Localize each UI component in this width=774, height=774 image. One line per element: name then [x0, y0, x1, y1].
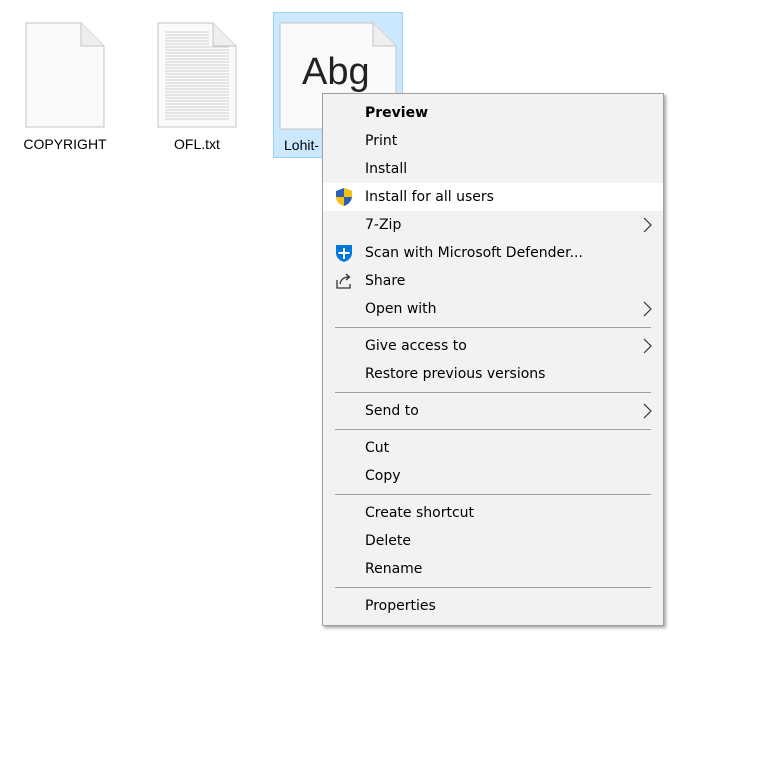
- menu-item-label: Print: [365, 133, 398, 149]
- menu-item-properties[interactable]: Properties: [323, 592, 663, 620]
- menu-item-label: Create shortcut: [365, 505, 475, 521]
- menu-item-label: Share: [365, 273, 406, 289]
- menu-separator: [335, 429, 651, 430]
- menu-item-install[interactable]: Install: [323, 155, 663, 183]
- menu-item-label: Install: [365, 161, 408, 177]
- chevron-right-icon: [643, 338, 652, 354]
- menu-item-label: Properties: [365, 598, 436, 614]
- file-item-copyright[interactable]: COPYRIGHT: [0, 12, 130, 158]
- menu-item-create-shortcut[interactable]: Create shortcut: [323, 499, 663, 527]
- menu-separator: [335, 494, 651, 495]
- menu-item-label: Open with: [365, 301, 437, 317]
- menu-item-install-for-all-users[interactable]: Install for all users: [323, 183, 663, 211]
- menu-item-share[interactable]: Share: [323, 267, 663, 295]
- file-item-ofl-txt[interactable]: OFL.txt: [132, 12, 262, 158]
- menu-item-label: Scan with Microsoft Defender...: [365, 245, 583, 261]
- menu-item-label: Cut: [365, 440, 390, 456]
- menu-item-rename[interactable]: Rename: [323, 555, 663, 583]
- menu-item-label: Install for all users: [365, 189, 494, 205]
- menu-item-open-with[interactable]: Open with: [323, 295, 663, 323]
- menu-separator: [335, 327, 651, 328]
- file-name: OFL.txt: [174, 136, 220, 152]
- menu-item-label: Preview: [365, 105, 429, 121]
- uac-shield-icon: [336, 188, 352, 206]
- context-menu: Preview Print Install Install for all us…: [322, 93, 664, 626]
- defender-shield-icon: [336, 245, 352, 262]
- menu-item-cut[interactable]: Cut: [323, 434, 663, 462]
- blank-document-icon: [25, 22, 105, 128]
- text-document-icon: [157, 22, 237, 128]
- menu-item-print[interactable]: Print: [323, 127, 663, 155]
- menu-item-label: Rename: [365, 561, 423, 577]
- menu-separator: [335, 587, 651, 588]
- chevron-right-icon: [643, 217, 652, 233]
- menu-item-label: Restore previous versions: [365, 366, 546, 382]
- menu-item-label: Delete: [365, 533, 411, 549]
- menu-item-scan-defender[interactable]: Scan with Microsoft Defender...: [323, 239, 663, 267]
- share-icon: [336, 273, 351, 289]
- menu-item-label: Send to: [365, 403, 419, 419]
- menu-separator: [335, 392, 651, 393]
- menu-item-label: Copy: [365, 468, 401, 484]
- font-preview-text: Abg: [302, 51, 370, 93]
- chevron-right-icon: [643, 403, 652, 419]
- menu-item-label: Give access to: [365, 338, 467, 354]
- menu-item-preview[interactable]: Preview: [323, 99, 663, 127]
- menu-item-give-access[interactable]: Give access to: [323, 332, 663, 360]
- chevron-right-icon: [643, 301, 652, 317]
- menu-item-restore-previous-versions[interactable]: Restore previous versions: [323, 360, 663, 388]
- file-name: COPYRIGHT: [23, 136, 107, 152]
- menu-item-label: 7-Zip: [365, 217, 402, 233]
- menu-item-7zip[interactable]: 7-Zip: [323, 211, 663, 239]
- menu-item-send-to[interactable]: Send to: [323, 397, 663, 425]
- menu-item-delete[interactable]: Delete: [323, 527, 663, 555]
- menu-item-copy[interactable]: Copy: [323, 462, 663, 490]
